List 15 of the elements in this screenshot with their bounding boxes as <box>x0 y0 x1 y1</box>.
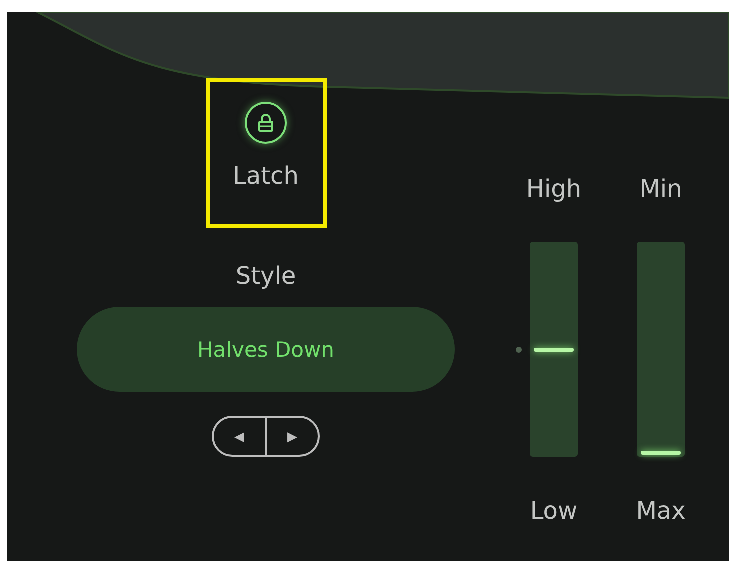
slider-bottom-label: Low <box>530 497 578 525</box>
slider-thumb[interactable] <box>534 348 574 352</box>
lock-button[interactable] <box>245 102 287 144</box>
slider-track[interactable] <box>637 242 685 457</box>
lock-icon <box>258 114 274 132</box>
previous-button[interactable]: ◀ <box>214 418 267 455</box>
latch-label: Latch <box>233 162 299 190</box>
slider-bottom-label: Max <box>636 497 686 525</box>
slider-top-label: High <box>526 175 582 203</box>
slider-thumb[interactable] <box>641 450 681 455</box>
style-selector[interactable]: Halves Down <box>77 307 455 392</box>
slider-top-label: Min <box>640 175 682 203</box>
marker-dot <box>516 346 522 352</box>
style-label: Style <box>236 262 296 290</box>
next-button[interactable]: ▶ <box>267 418 318 455</box>
